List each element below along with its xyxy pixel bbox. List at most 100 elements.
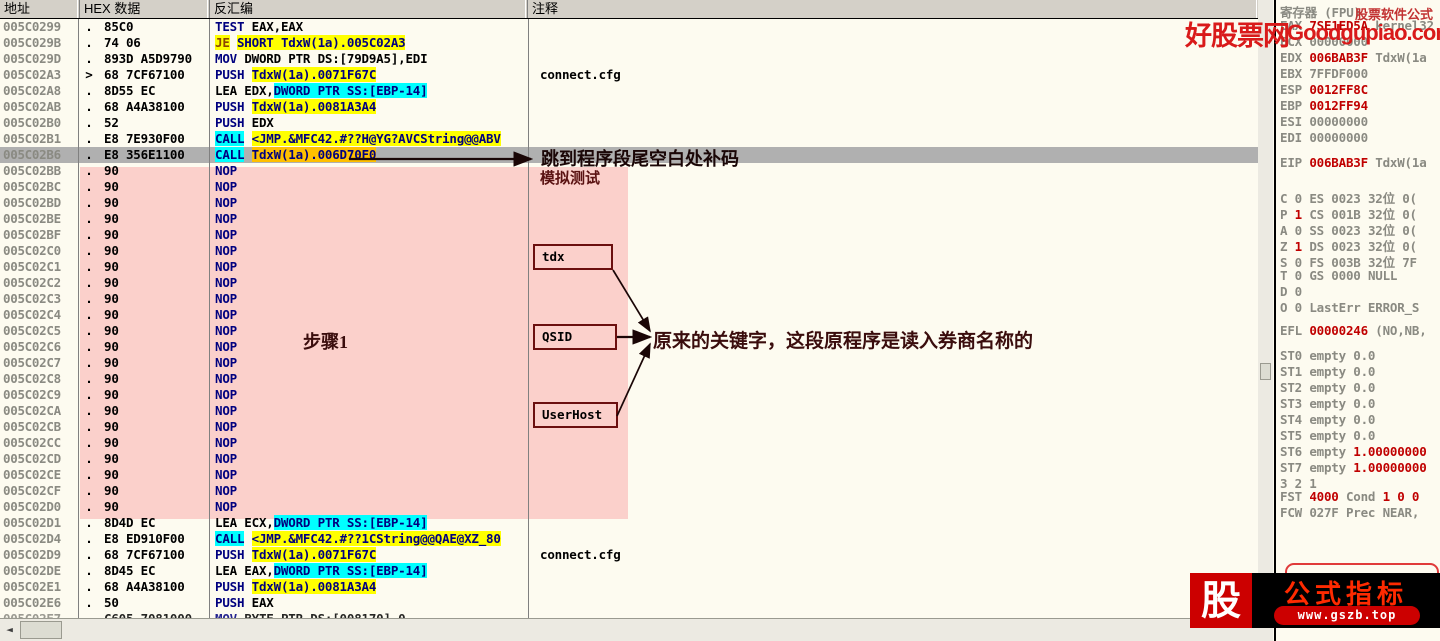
instruction-list[interactable]: 005C0299. 85C0 TEST EAX,EAX 005C029B. 74 06 J…	[0, 19, 1258, 621]
row-hex: 90	[104, 227, 119, 242]
register-esi[interactable]: ESI 00000000	[1280, 114, 1368, 129]
instruction-row[interactable]: 005C02D4. E8 ED910F00 CALL <JMP.&MFC42.#??…	[0, 531, 1258, 547]
instruction-row[interactable]: 005C02D1. 8D4D EC LEA ECX,DWORD PTR SS:[EB…	[0, 515, 1258, 531]
instruction-row[interactable]: 005C02C6. 90 NOP	[0, 339, 1258, 355]
annotation-box-tdx-label: tdx	[542, 249, 565, 264]
row-address: 005C02B1	[3, 131, 61, 146]
instruction-row[interactable]: 005C02C5. 90 NOP	[0, 323, 1258, 339]
register-eip[interactable]: EIP 006BAB3F TdxW(1a	[1280, 155, 1427, 170]
instruction-row[interactable]: 005C02C4. 90 NOP	[0, 307, 1258, 323]
instruction-row[interactable]: 005C02C2. 90 NOP	[0, 275, 1258, 291]
instruction-row[interactable]: 005C02B0. 52 PUSH EDX	[0, 115, 1258, 131]
fpu-st6[interactable]: ST6 empty 1.00000000	[1280, 444, 1427, 459]
instruction-row[interactable]: 005C02C0. 90 NOP	[0, 243, 1258, 259]
watermark-cn-text: 好股票网	[1185, 21, 1290, 51]
promo-banner[interactable]: 股 公式指标 www.gszb.top	[1190, 573, 1440, 628]
instruction-row[interactable]: 005C02CD. 90 NOP	[0, 451, 1258, 467]
column-header-hex[interactable]: HEX 数据	[80, 0, 210, 18]
fpu-st0[interactable]: ST0 empty 0.0	[1280, 348, 1375, 363]
flag-o[interactable]: O 0 LastErr ERROR_S	[1280, 300, 1419, 315]
fpu-st3[interactable]: ST3 empty 0.0	[1280, 396, 1375, 411]
instruction-row[interactable]: 005C02BC. 90 NOP	[0, 179, 1258, 195]
fpu-st5[interactable]: ST5 empty 0.0	[1280, 428, 1375, 443]
row-address: 005C02C8	[3, 371, 61, 386]
registers-pane[interactable]: 寄存器 (FPU) EAX 7SE1ED5A kernel32 ECX 000000…	[1274, 0, 1440, 641]
row-disassembly: NOP	[215, 483, 237, 498]
rule-hex	[209, 19, 210, 618]
hscroll-thumb[interactable]	[20, 621, 62, 639]
column-header-disasm[interactable]: 反汇编	[210, 0, 528, 18]
instruction-row[interactable]: 005C02D0. 90 NOP	[0, 499, 1258, 515]
instruction-row[interactable]: 005C02A8. 8D55 EC LEA EDX,DWORD PTR SS:[EB…	[0, 83, 1258, 99]
instruction-row[interactable]: 005C02A3 >68 7CF67100 PUSH TdxW(1a).0071F6…	[0, 67, 1258, 83]
row-disassembly: NOP	[215, 227, 237, 242]
instruction-row[interactable]: 005C02C1. 90 NOP	[0, 259, 1258, 275]
instruction-row[interactable]: 005C02C3. 90 NOP	[0, 291, 1258, 307]
row-disassembly: NOP	[215, 339, 237, 354]
row-hex: 90	[104, 371, 119, 386]
column-header-comment[interactable]: 注释	[528, 0, 1258, 18]
instruction-row[interactable]: 005C02D9. 68 7CF67100 PUSH TdxW(1a).0071F6…	[0, 547, 1258, 563]
instruction-row[interactable]: 005C0299. 85C0 TEST EAX,EAX	[0, 19, 1258, 35]
instruction-row[interactable]: 005C02AB. 68 A4A38100 PUSH TdxW(1a).0081A3…	[0, 99, 1258, 115]
column-header-hex-label: HEX 数据	[84, 1, 141, 16]
register-fcw[interactable]: FCW 027F Prec NEAR,	[1280, 505, 1419, 520]
horizontal-scrollbar[interactable]: ◄	[0, 618, 1258, 641]
row-address: 005C02D9	[3, 547, 61, 562]
register-edi[interactable]: EDI 00000000	[1280, 130, 1368, 145]
row-hex: 68 7CF67100	[104, 67, 185, 82]
instruction-row[interactable]: 005C02E6. 50 PUSH EAX	[0, 595, 1258, 611]
instruction-row[interactable]: 005C02CC. 90 NOP	[0, 435, 1258, 451]
instruction-row[interactable]: 005C02CB. 90 NOP	[0, 419, 1258, 435]
row-marker: .	[85, 99, 93, 114]
fpu-st2[interactable]: ST2 empty 0.0	[1280, 380, 1375, 395]
register-efl[interactable]: EFL 00000246 (NO,NB,	[1280, 323, 1427, 338]
fpu-st1[interactable]: ST1 empty 0.0	[1280, 364, 1375, 379]
instruction-row[interactable]: 005C02CF. 90 NOP	[0, 483, 1258, 499]
row-hex: 8D55 EC	[104, 83, 156, 98]
row-address: 005C02C1	[3, 259, 61, 274]
instruction-row[interactable]: 005C02C8. 90 NOP	[0, 371, 1258, 387]
row-marker: .	[85, 195, 93, 210]
row-address: 005C02E1	[3, 579, 61, 594]
banner-url[interactable]: www.gszb.top	[1274, 606, 1420, 625]
row-address: 005C02BE	[3, 211, 61, 226]
row-address: 005C02BC	[3, 179, 61, 194]
instruction-row[interactable]: 005C029B. 74 06 JE SHORT TdxW(1a).005C02A3	[0, 35, 1258, 51]
row-disassembly: NOP	[215, 499, 237, 514]
flag-t[interactable]: T 0 GS 0000 NULL	[1280, 268, 1397, 283]
row-disassembly: LEA EAX,DWORD PTR SS:[EBP-14]	[215, 563, 428, 578]
register-ebp[interactable]: EBP 0012FF94	[1280, 98, 1368, 113]
vertical-scrollbar[interactable]	[1258, 0, 1273, 641]
row-hex: 90	[104, 451, 119, 466]
flag-d[interactable]: D 0	[1280, 284, 1302, 299]
row-address: 005C02CF	[3, 483, 61, 498]
instruction-row[interactable]: 005C02DE. 8D45 EC LEA EAX,DWORD PTR SS:[EB…	[0, 563, 1258, 579]
row-marker: .	[85, 307, 93, 322]
row-marker: .	[85, 179, 93, 194]
row-address: 005C02C7	[3, 355, 61, 370]
instruction-row[interactable]: 005C02BE. 90 NOP	[0, 211, 1258, 227]
column-header-row[interactable]: 地址 HEX 数据 反汇编 注释	[0, 0, 1258, 19]
scroll-left-arrow-icon[interactable]: ◄	[2, 622, 17, 638]
register-fst[interactable]: FST 4000 Cond 1 0 0	[1280, 489, 1419, 504]
register-edx[interactable]: EDX 006BAB3F TdxW(1a	[1280, 50, 1427, 65]
annotation-keyword-note: 原来的关键字，这段原程序是读入券商名称的	[653, 331, 1034, 352]
fpu-st7[interactable]: ST7 empty 1.00000000	[1280, 460, 1427, 475]
disassembly-pane[interactable]: 地址 HEX 数据 反汇编 注释 005C0299. 85C0 TEST EAX,E…	[0, 0, 1258, 641]
instruction-row[interactable]: 005C02CE. 90 NOP	[0, 467, 1258, 483]
instruction-row[interactable]: 005C02E1. 68 A4A38100 PUSH TdxW(1a).0081A3…	[0, 579, 1258, 595]
column-header-address[interactable]: 地址	[0, 0, 80, 18]
instruction-row[interactable]: 005C02BD. 90 NOP	[0, 195, 1258, 211]
fpu-st4[interactable]: ST4 empty 0.0	[1280, 412, 1375, 427]
instruction-row[interactable]: 005C02CA. 90 NOP	[0, 403, 1258, 419]
instruction-row[interactable]: 005C02C7. 90 NOP	[0, 355, 1258, 371]
row-address: 005C02AB	[3, 99, 61, 114]
row-comment: connect.cfg	[540, 67, 621, 82]
instruction-row[interactable]: 005C02C9. 90 NOP	[0, 387, 1258, 403]
instruction-row[interactable]: 005C029D. 893D A5D9790 MOV DWORD PTR DS:[7…	[0, 51, 1258, 67]
instruction-row[interactable]: 005C02BF. 90 NOP	[0, 227, 1258, 243]
register-ebx[interactable]: EBX 7FFDF000	[1280, 66, 1368, 81]
register-esp[interactable]: ESP 0012FF8C	[1280, 82, 1368, 97]
vscroll-thumb[interactable]	[1260, 363, 1271, 380]
